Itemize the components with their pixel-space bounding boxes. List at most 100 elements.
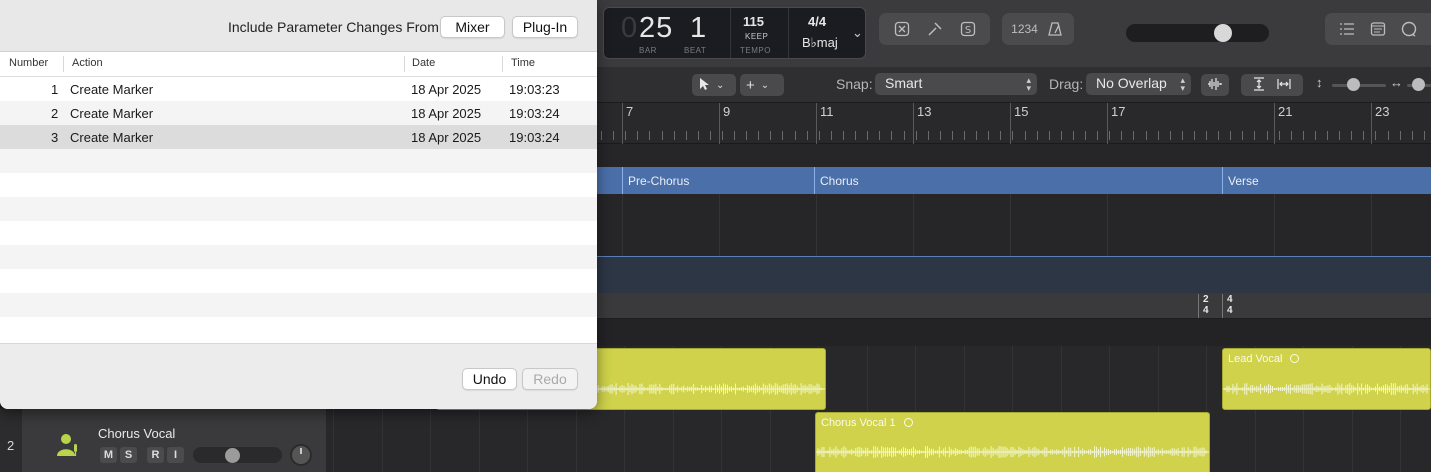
grid-line bbox=[1371, 194, 1372, 256]
marker-chorus[interactable]: Chorus bbox=[814, 167, 1222, 194]
track-name[interactable]: Chorus Vocal bbox=[98, 426, 175, 441]
ruler-tick bbox=[1363, 131, 1364, 140]
marker-previous[interactable] bbox=[597, 167, 622, 194]
loop-icon bbox=[903, 418, 913, 427]
empty-row bbox=[0, 173, 597, 197]
lcd-display[interactable]: 0 25 1 BAR BEAT 115 KEEP TEMPO 4/4 B♭maj… bbox=[603, 7, 866, 59]
panel-footer: Undo Redo bbox=[0, 343, 597, 409]
vocalist-icon[interactable] bbox=[54, 431, 82, 459]
signature-track[interactable]: 2 4 4 4 bbox=[597, 293, 1431, 319]
ruler-tick bbox=[637, 131, 638, 140]
table-row[interactable]: 2 Create Marker 18 Apr 2025 19:03:24 bbox=[0, 101, 597, 125]
loop-browser-icon[interactable] bbox=[1398, 18, 1420, 40]
horizontal-zoom-knob[interactable] bbox=[1412, 78, 1425, 91]
mixer-button[interactable]: Mixer bbox=[440, 16, 505, 38]
toolbar-group-count: 1234 bbox=[1002, 13, 1074, 45]
ruler-tick bbox=[1351, 131, 1352, 140]
tempo-track[interactable] bbox=[597, 256, 1431, 293]
column-action[interactable]: Action bbox=[72, 57, 103, 69]
count-in-icon[interactable]: 1234 bbox=[1011, 18, 1039, 40]
column-number[interactable]: Number bbox=[9, 57, 48, 69]
vertical-fit-icon[interactable] bbox=[1253, 76, 1265, 94]
note-pad-icon[interactable] bbox=[1367, 18, 1389, 40]
undo-history-panel: Include Parameter Changes From: Mixer Pl… bbox=[0, 0, 597, 409]
audio-region-lead-vocal[interactable]: Lead Vocal bbox=[1222, 348, 1431, 410]
track-header-chorus-vocal[interactable]: 2 Chorus Vocal M S R I bbox=[0, 408, 326, 472]
pan-knob[interactable] bbox=[290, 444, 312, 466]
solo-box-icon[interactable]: S bbox=[957, 18, 979, 40]
lcd-chevron-down-icon[interactable]: ⌄ bbox=[852, 25, 863, 41]
empty-row bbox=[0, 293, 597, 317]
waveform-zoom-button[interactable] bbox=[1201, 74, 1229, 96]
audio-region-chorus-vocal-1[interactable]: Chorus Vocal 1 bbox=[815, 412, 1210, 472]
marker-verse[interactable]: Verse bbox=[1222, 167, 1431, 194]
empty-row bbox=[0, 317, 597, 341]
arrangement-lane bbox=[597, 319, 1431, 346]
mute-button[interactable]: M bbox=[100, 447, 117, 463]
cell-time: 19:03:23 bbox=[509, 82, 560, 97]
ruler-tick bbox=[1000, 131, 1001, 140]
ruler-tick bbox=[1158, 131, 1159, 140]
marker-pre-chorus[interactable]: Pre-Chorus bbox=[622, 167, 814, 194]
lcd-bar-label: BAR bbox=[639, 46, 657, 55]
vertical-zoom-knob[interactable] bbox=[1347, 78, 1360, 91]
master-volume-knob[interactable] bbox=[1214, 24, 1232, 42]
marker-track[interactable]: Pre-Chorus Chorus Verse bbox=[597, 167, 1431, 194]
list-icon[interactable] bbox=[1336, 18, 1358, 40]
popup-arrows-icon: ▴ ▾ bbox=[1180, 75, 1185, 93]
signature-bottom: 4 bbox=[1203, 305, 1209, 316]
ruler-tick bbox=[891, 131, 892, 140]
lcd-tempo[interactable]: 115 KEEP TEMPO bbox=[731, 8, 789, 58]
track-volume-knob[interactable] bbox=[225, 448, 240, 463]
time-signature-change[interactable]: 2 4 bbox=[1198, 294, 1209, 318]
toolbar-group-tools: S bbox=[879, 13, 990, 45]
metronome-icon[interactable] bbox=[1044, 18, 1066, 40]
ruler-tick bbox=[1412, 131, 1413, 140]
ruler-bar-line bbox=[719, 103, 720, 144]
ruler-tick bbox=[819, 131, 820, 140]
lcd-keep-label: KEEP bbox=[745, 32, 769, 41]
ruler-bar-number: 9 bbox=[723, 104, 731, 119]
pointer-tool-menu[interactable]: ⌄ bbox=[692, 74, 736, 96]
plug-in-button[interactable]: Plug-In bbox=[512, 16, 578, 38]
drag-popup[interactable]: No Overlap ▴ ▾ bbox=[1086, 73, 1191, 95]
ruler-tick bbox=[1400, 131, 1401, 140]
popup-arrows-icon: ▴ ▾ bbox=[1026, 75, 1031, 93]
tuner-icon[interactable] bbox=[924, 18, 946, 40]
vertical-zoom-icon: ↕ bbox=[1316, 75, 1323, 90]
cell-action: Create Marker bbox=[70, 130, 154, 145]
time-signature-change[interactable]: 4 4 bbox=[1222, 294, 1233, 318]
bar-ruler[interactable]: 7 9 11 13 15 17 21 23 bbox=[597, 103, 1431, 144]
lcd-beat-label: BEAT bbox=[684, 46, 707, 55]
redo-button[interactable]: Redo bbox=[522, 368, 578, 390]
ruler-bar-number: 17 bbox=[1111, 104, 1126, 119]
column-time[interactable]: Time bbox=[511, 57, 535, 69]
ruler-bar-line bbox=[1371, 103, 1372, 144]
ruler-tick bbox=[1182, 131, 1183, 140]
secondary-tool-menu[interactable]: + ⌄ bbox=[740, 74, 784, 96]
solo-button[interactable]: S bbox=[120, 447, 137, 463]
record-enable-button[interactable]: R bbox=[147, 447, 164, 463]
column-date[interactable]: Date bbox=[412, 57, 435, 69]
drag-value: No Overlap bbox=[1096, 75, 1167, 91]
input-monitor-button[interactable]: I bbox=[167, 447, 184, 463]
grid-line bbox=[913, 194, 914, 256]
ruler-tick bbox=[879, 131, 880, 140]
lcd-beat: 1 bbox=[690, 12, 708, 44]
table-row-selected[interactable]: 3 Create Marker 18 Apr 2025 19:03:24 bbox=[0, 125, 597, 149]
ruler-bar-line bbox=[1107, 103, 1108, 144]
lcd-signature[interactable]: 4/4 B♭maj bbox=[789, 8, 849, 58]
snap-popup[interactable]: Smart ▴ ▾ bbox=[875, 73, 1037, 95]
horizontal-fit-icon[interactable] bbox=[1277, 78, 1291, 93]
close-box-icon[interactable] bbox=[891, 18, 913, 40]
signature-bottom: 4 bbox=[1227, 305, 1233, 316]
cell-number: 1 bbox=[51, 82, 59, 97]
master-volume-slider[interactable] bbox=[1126, 24, 1269, 42]
ruler-bar-number: 21 bbox=[1278, 104, 1293, 119]
undo-button[interactable]: Undo bbox=[462, 368, 517, 390]
panel-header: Include Parameter Changes From: Mixer Pl… bbox=[0, 0, 597, 52]
ruler-tick bbox=[734, 131, 735, 140]
table-row[interactable]: 1 Create Marker 18 Apr 2025 19:03:23 bbox=[0, 77, 597, 101]
ruler-tick bbox=[722, 131, 723, 140]
ruler-bar-line bbox=[913, 103, 914, 144]
